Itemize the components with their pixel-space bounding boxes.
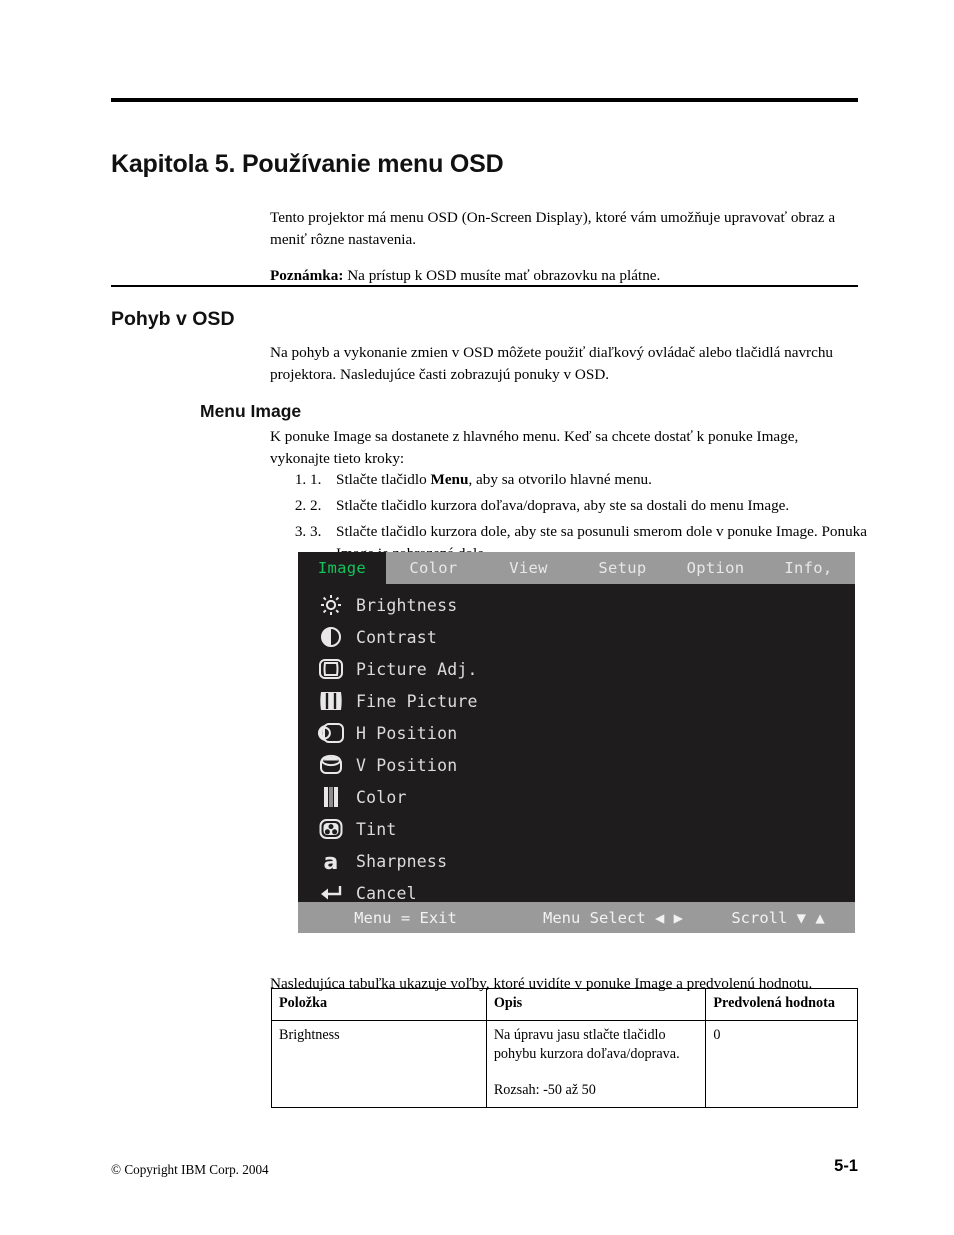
status-scroll[interactable]: Scroll ▼ ▲ [713, 909, 855, 927]
section-paragraph: Na pohyb a vykonanie zmien v OSD môžete … [270, 344, 834, 383]
osd-item-label: Color [356, 787, 407, 807]
footer-page-number: 5-1 [834, 1157, 858, 1175]
osd-item-label: Sharpness [356, 851, 448, 871]
osd-item-label: H Position [356, 723, 458, 743]
osd-item-color[interactable]: Color [318, 781, 855, 813]
list-item: 1. Stlačte tlačidlo Menu, aby sa otvorilo… [310, 469, 898, 491]
tint-icon [318, 817, 344, 841]
options-table: Položka Opis Predvolená hodnota Brightne… [271, 988, 858, 1108]
osd-item-contrast[interactable]: Contrast [318, 621, 855, 653]
h-position-icon [318, 721, 344, 745]
osd-item-h-position[interactable]: H Position [318, 717, 855, 749]
column-header-default: Predvolená hodnota [705, 988, 858, 1021]
header-rule [111, 98, 858, 102]
cell-description-line-2: Rozsah: -50 až 50 [493, 1082, 596, 1098]
tab-image[interactable]: Image [298, 552, 386, 584]
footer-copyright: © Copyright IBM Corp. 2004 [111, 1162, 269, 1177]
picture-adjust-icon [318, 657, 344, 681]
step-text-bold: Menu [430, 471, 469, 488]
osd-tab-bar: Image Color View Setup Option Info, [298, 552, 855, 584]
subsection-heading: Menu Image [200, 400, 302, 421]
color-bars-icon [318, 785, 344, 809]
note-label: Poznámka: [270, 267, 344, 285]
status-menu-select[interactable]: Menu Select ◀ ▶ [513, 909, 713, 927]
page-title: Kapitola 5. Používanie menu OSD [111, 149, 504, 178]
osd-menu-figure: Image Color View Setup Option Info, Brig… [298, 552, 855, 933]
osd-item-brightness[interactable]: Brightness [318, 589, 855, 621]
step-number: 3. [310, 523, 322, 540]
svg-text:a: a [323, 850, 338, 872]
table-header-row: Položka Opis Predvolená hodnota [271, 988, 858, 1021]
tab-view[interactable]: View [481, 552, 576, 584]
fine-picture-bars-icon [318, 689, 344, 713]
tab-option[interactable]: Option [669, 552, 762, 584]
contrast-half-circle-icon [318, 625, 344, 649]
cell-description: Na úpravu jasu stlačte tlačidlo pohybu k… [485, 1020, 707, 1108]
subsection-paragraph: K ponuke Image sa dostanete z hlavného m… [270, 428, 799, 467]
osd-item-v-position[interactable]: V Position [318, 749, 855, 781]
intro-paragraph: Tento projektor má menu OSD (On-Screen D… [270, 209, 836, 248]
column-header-item: Položka [271, 988, 487, 1021]
step-text-post: , aby sa otvorilo hlavné menu. [468, 471, 652, 488]
osd-item-fine-picture[interactable]: Fine Picture [318, 685, 855, 717]
brightness-sun-icon [318, 593, 344, 617]
osd-status-bar: Menu = Exit Menu Select ◀ ▶ Scroll ▼ ▲ [298, 902, 855, 933]
status-menu-exit[interactable]: Menu = Exit [298, 909, 513, 927]
osd-item-sharpness[interactable]: a Sharpness [318, 845, 855, 877]
section-rule [111, 285, 858, 287]
osd-item-picture-adj[interactable]: Picture Adj. [318, 653, 855, 685]
column-header-desc: Opis [485, 988, 707, 1021]
step-text-pre: Stlačte tlačidlo kurzora doľava/doprava,… [336, 497, 790, 514]
document-page: Kapitola 5. Používanie menu OSD Tento pr… [0, 0, 954, 1235]
step-number: 1. [310, 471, 322, 488]
osd-item-label: Contrast [356, 627, 438, 647]
sharpness-a-icon: a [318, 849, 344, 873]
cell-description-line-1: Na úpravu jasu stlačte tlačidlo pohybu k… [493, 1027, 680, 1062]
tab-color[interactable]: Color [386, 552, 481, 584]
cell-item: Brightness [271, 1020, 487, 1108]
v-position-icon [318, 753, 344, 777]
list-item: 2. Stlačte tlačidlo kurzora doľava/doprav… [310, 495, 898, 517]
cell-default-value: 0 [705, 1020, 858, 1108]
osd-menu-items: Brightness Contrast Picture Adj. Fine Pi… [298, 584, 855, 909]
step-number: 2. [310, 497, 322, 514]
table-row: Brightness Na úpravu jasu stlačte tlačid… [271, 1020, 858, 1108]
osd-item-label: Cancel [356, 883, 417, 903]
step-text-pre: Stlačte tlačidlo [336, 471, 431, 488]
osd-item-label: Fine Picture [356, 691, 478, 711]
tab-setup[interactable]: Setup [576, 552, 669, 584]
osd-item-label: Picture Adj. [356, 659, 478, 679]
note-text: Na prístup k OSD musíte mať obrazovku na… [343, 267, 661, 285]
osd-item-label: Tint [356, 819, 397, 839]
tab-info[interactable]: Info, [762, 552, 855, 584]
note-paragraph: Poznámka: Na prístup k OSD musíte mať ob… [270, 265, 858, 287]
osd-item-label: Brightness [356, 595, 458, 615]
section-heading: Pohyb v OSD [111, 308, 235, 331]
osd-item-label: V Position [356, 755, 458, 775]
osd-item-tint[interactable]: Tint [318, 813, 855, 845]
